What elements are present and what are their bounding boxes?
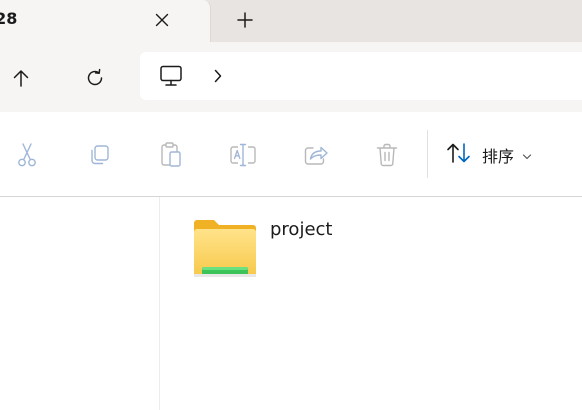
scissors-icon[interactable] bbox=[12, 140, 42, 170]
active-tab[interactable]: 128 bbox=[0, 0, 211, 43]
file-item-project[interactable]: project bbox=[190, 213, 350, 283]
command-separator bbox=[427, 130, 428, 178]
sort-label: 排序 bbox=[482, 147, 515, 166]
computer-icon bbox=[158, 64, 184, 88]
close-icon[interactable] bbox=[150, 8, 174, 32]
arrow-up-icon[interactable] bbox=[6, 63, 36, 93]
tab-strip: 128 bbox=[0, 0, 582, 43]
copy-icon[interactable] bbox=[84, 140, 114, 170]
chevron-right-icon[interactable] bbox=[208, 66, 228, 86]
command-bar: 排序 bbox=[0, 112, 582, 197]
content-area: project bbox=[0, 197, 582, 410]
file-name: project bbox=[270, 219, 333, 240]
rename-icon[interactable] bbox=[228, 140, 258, 170]
sort-arrows-icon bbox=[446, 142, 472, 168]
file-explorer-window: 128 bbox=[0, 0, 582, 410]
trash-icon[interactable] bbox=[372, 140, 402, 170]
address-bar[interactable] bbox=[140, 52, 582, 100]
tab-title: 128 bbox=[0, 9, 18, 28]
sort-button[interactable]: 排序 bbox=[446, 138, 532, 172]
refresh-icon[interactable] bbox=[80, 63, 110, 93]
share-icon[interactable] bbox=[301, 140, 331, 170]
paste-icon[interactable] bbox=[156, 140, 186, 170]
chevron-down-icon bbox=[522, 146, 532, 165]
folder-icon bbox=[192, 217, 258, 281]
navigation-bar bbox=[0, 42, 582, 112]
navigation-pane[interactable] bbox=[0, 197, 160, 410]
plus-icon[interactable] bbox=[231, 6, 259, 34]
